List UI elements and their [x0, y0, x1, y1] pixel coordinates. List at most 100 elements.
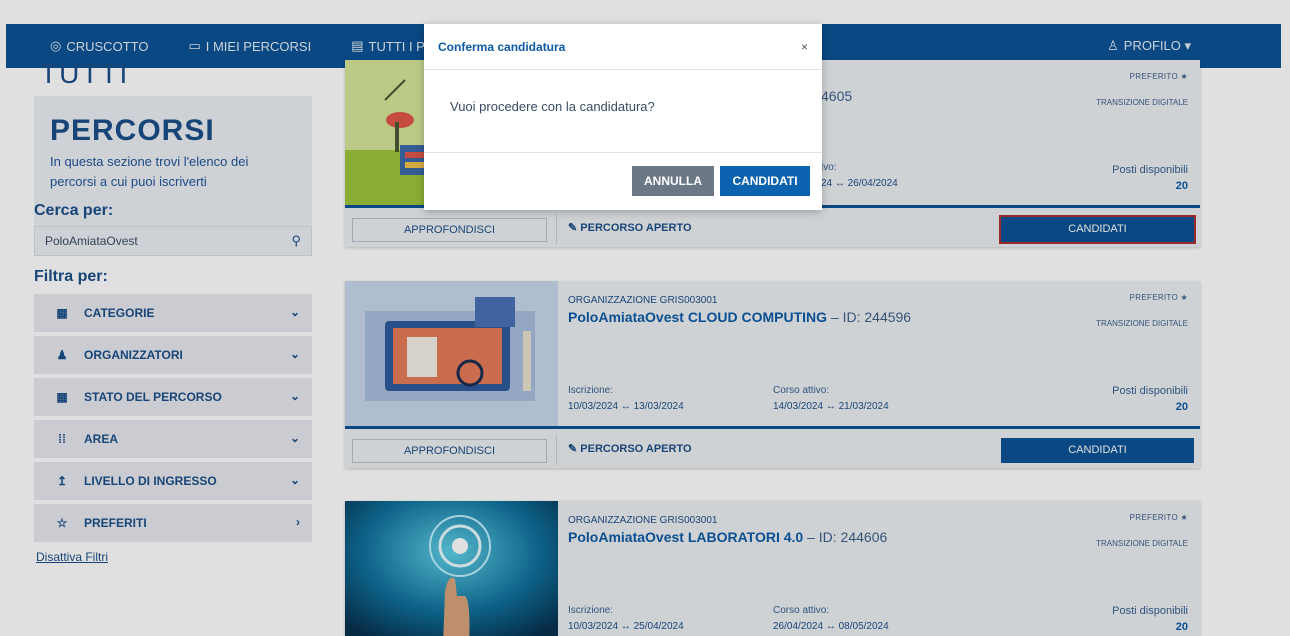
course-image-touch — [345, 501, 558, 636]
category-tag: TRANSIZIONE DIGITALE — [1096, 98, 1188, 107]
filter-label-text: LIVELLO DI INGRESSO — [84, 474, 217, 488]
edit-icon: ✎ — [568, 443, 581, 455]
course-id: 4605 — [821, 88, 853, 104]
posti-value: 20 — [1175, 401, 1188, 413]
edit-icon: ✎ — [568, 222, 581, 234]
candidati-button[interactable]: CANDIDATI — [1001, 217, 1194, 242]
arrow-up-icon: ↥ — [56, 474, 68, 488]
card-body: ORGANIZZAZIONE GRIS003001 PoloAmiataOves… — [345, 501, 1200, 636]
filter-label-text: AREA — [84, 432, 119, 446]
hero-box: PERCORSI In questa sezione trovi l'elenc… — [34, 96, 312, 246]
dialog-title: Conferma candidatura — [438, 40, 566, 54]
approfondisci-button[interactable]: APPROFONDISCI — [352, 439, 547, 463]
corso-attivo-dates: 24 ↔ 26/04/2024 — [821, 178, 898, 189]
page-title: PERCORSI — [50, 114, 215, 147]
filter-preferiti[interactable]: ☆ PREFERITI › — [34, 504, 312, 542]
chevron-down-icon: ⌄ — [289, 347, 300, 361]
users-icon: ♟ — [56, 348, 68, 362]
divider — [556, 214, 557, 244]
search-label: Cerca per: — [34, 202, 114, 219]
nav-profilo-label: PROFILO ▾ — [1123, 38, 1191, 53]
percorso-aperto-status: ✎ PERCORSO APERTO — [568, 442, 692, 455]
user-icon: ♙ — [1107, 38, 1119, 53]
iscrizione-label: Iscrizione: — [568, 605, 614, 616]
iscrizione-dates: 10/03/2024 ↔ 25/04/2024 — [568, 621, 684, 632]
posti-label: Posti disponibili — [1112, 164, 1188, 176]
corso-attivo-dates: 14/03/2024 ↔ 21/03/2024 — [773, 401, 889, 412]
course-image-cloud — [345, 281, 558, 426]
iscrizione-label: Iscrizione: — [568, 385, 614, 396]
close-icon[interactable]: × — [801, 40, 808, 54]
course-title[interactable]: PoloAmiataOvest LABORATORI 4.0 – ID: 244… — [568, 529, 887, 545]
percorso-aperto-label: PERCORSO APERTO — [580, 443, 692, 455]
disattiva-filtri-link[interactable]: Disattiva Filtri — [36, 550, 108, 564]
search-input-value: PoloAmiataOvest — [45, 234, 138, 248]
preferito-toggle[interactable]: PREFERITO ★ — [1130, 513, 1188, 522]
corso-attivo-label: Corso attivo: — [773, 385, 830, 396]
divider — [424, 152, 822, 153]
confirm-candidati-button[interactable]: CANDIDATI — [720, 166, 810, 196]
corso-attivo-label: ivo: — [821, 162, 837, 173]
filter-label-text: CATEGORIE — [84, 306, 155, 320]
candidati-button[interactable]: CANDIDATI — [1001, 438, 1194, 463]
filter-area[interactable]: ⁞⁞ AREA ⌄ — [34, 420, 312, 458]
filter-livello-ingresso[interactable]: ↥ LIVELLO DI INGRESSO ⌄ — [34, 462, 312, 500]
preferito-toggle[interactable]: PREFERITO ★ — [1130, 293, 1188, 302]
percorso-aperto-status: ✎ PERCORSO APERTO — [568, 221, 692, 234]
card-footer: APPROFONDISCI ✎ PERCORSO APERTO CANDIDAT… — [345, 426, 1200, 468]
corso-attivo-dates: 26/04/2024 ↔ 08/05/2024 — [773, 621, 889, 632]
chevron-down-icon: ⌄ — [289, 473, 300, 487]
filter-stato-percorso[interactable]: ▦ STATO DEL PERCORSO ⌄ — [34, 378, 312, 416]
course-id: – ID: 244596 — [827, 309, 912, 325]
posti-label: Posti disponibili — [1112, 605, 1188, 617]
course-card: ORGANIZZAZIONE GRIS003001 PoloAmiataOves… — [345, 501, 1200, 636]
course-card: ORGANIZZAZIONE GRIS003001 PoloAmiataOves… — [345, 281, 1200, 468]
course-id: – ID: 244606 — [803, 529, 888, 545]
percorso-aperto-label: PERCORSO APERTO — [580, 222, 692, 234]
filter-label-text: STATO DEL PERCORSO — [84, 390, 222, 404]
list-icon: ▤ — [351, 38, 364, 53]
filter-organizzatori[interactable]: ♟ ORGANIZZATORI ⌄ — [34, 336, 312, 374]
top-strip — [0, 0, 1290, 8]
filter-categorie[interactable]: ▦ CATEGORIE ⌄ — [34, 294, 312, 332]
organization-label: ORGANIZZAZIONE GRIS003001 — [568, 515, 718, 526]
search-icon[interactable]: ⚲ — [291, 233, 301, 249]
dashboard-icon: ◎ — [50, 38, 62, 53]
page-title-prefix: TUTTI — [40, 58, 130, 89]
chevron-down-icon: ⌄ — [289, 389, 300, 403]
star-outline-icon: ☆ — [56, 516, 68, 530]
cancel-button[interactable]: ANNULLA — [632, 166, 714, 196]
iscrizione-dates: 10/03/2024 ↔ 13/03/2024 — [568, 401, 684, 412]
filter-label-text: PREFERITI — [84, 516, 147, 530]
page-description: In questa sezione trovi l'elenco dei per… — [50, 154, 249, 189]
divider — [424, 69, 822, 70]
chevron-down-icon: ⌄ — [289, 431, 300, 445]
course-title-text: PoloAmiataOvest CLOUD COMPUTING — [568, 309, 828, 325]
confirm-dialog: Conferma candidatura × Vuoi procedere co… — [424, 24, 822, 210]
preferito-toggle[interactable]: PREFERITO ★ — [1130, 72, 1188, 81]
category-tag: TRANSIZIONE DIGITALE — [1096, 319, 1188, 328]
nav-cruscotto[interactable]: ◎ CRUSCOTTO — [50, 38, 148, 54]
card-body: ORGANIZZAZIONE GRIS003001 PoloAmiataOves… — [345, 281, 1200, 426]
dots-icon: ⁞⁞ — [58, 432, 66, 446]
nav-miei-percorsi-label: I MIEI PERCORSI — [205, 38, 312, 54]
card-footer: APPROFONDISCI ✎ PERCORSO APERTO CANDIDAT… — [345, 205, 1200, 247]
filter-label: Filtra per: — [34, 268, 108, 285]
divider — [556, 435, 557, 465]
grid-icon: ▦ — [56, 390, 68, 404]
monitor-icon: ▭ — [188, 38, 201, 53]
dialog-message: Vuoi procedere con la candidatura? — [450, 99, 655, 114]
filter-label-text: ORGANIZZATORI — [84, 348, 183, 362]
chevron-right-icon: › — [296, 515, 300, 529]
organization-label: ORGANIZZAZIONE GRIS003001 — [568, 295, 718, 306]
grid-icon: ▦ — [56, 306, 68, 320]
posti-label: Posti disponibili — [1112, 385, 1188, 397]
nav-profilo[interactable]: ♙ PROFILO ▾ — [1107, 38, 1191, 54]
corso-attivo-label: Corso attivo: — [773, 605, 830, 616]
course-title[interactable]: PoloAmiataOvest CLOUD COMPUTING – ID: 24… — [568, 309, 911, 325]
search-input[interactable]: PoloAmiataOvest ⚲ — [34, 226, 312, 256]
nav-miei-percorsi[interactable]: ▭ I MIEI PERCORSI — [188, 38, 311, 54]
nav-cruscotto-label: CRUSCOTTO — [66, 38, 149, 54]
approfondisci-button[interactable]: APPROFONDISCI — [352, 218, 547, 242]
posti-value: 20 — [1175, 180, 1188, 192]
